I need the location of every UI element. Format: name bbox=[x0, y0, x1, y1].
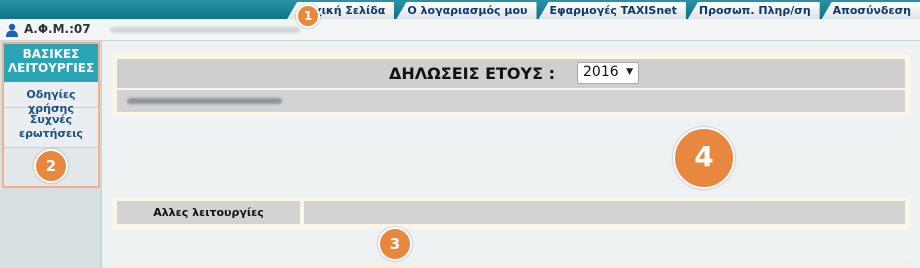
top-navigation: Αρχική Σελίδα Ο λογαριασμός μου Εφαρμογέ… bbox=[285, 0, 920, 19]
nav-taxisnet-apps[interactable]: Εφαρμογές TAXISnet bbox=[538, 2, 686, 19]
marker-4: 4 bbox=[673, 127, 735, 189]
redacted-user-name bbox=[110, 27, 300, 33]
sidebar-item-instructions[interactable]: Οδηγίες χρήσης bbox=[4, 82, 98, 115]
nav-logout[interactable]: Αποσύνδεση bbox=[821, 2, 920, 19]
marker-2: 2 bbox=[34, 149, 68, 183]
sidebar-item-faq[interactable]: Συχνές ερωτήσεις bbox=[4, 108, 98, 148]
afm-label: Α.Φ.Μ.:07 bbox=[24, 22, 91, 36]
year-select-value: 2016 bbox=[583, 64, 619, 80]
other-functions-label: Αλλες λειτουργίες bbox=[117, 201, 300, 224]
nav-personal-info[interactable]: Προσωπ. Πληρ/ση bbox=[687, 2, 820, 19]
marker-3: 3 bbox=[378, 227, 412, 261]
other-functions-panel: Αλλες λειτουργίες bbox=[112, 197, 910, 229]
nav-my-account[interactable]: Ο λογαριασμός μου bbox=[396, 2, 537, 19]
page-title: ΔΗΛΩΣΕΙΣ ΕΤΟΥΣ : bbox=[389, 64, 555, 83]
top-bar: Αρχική Σελίδα Ο λογαριασμός μου Εφαρμογέ… bbox=[0, 0, 920, 19]
other-functions-area bbox=[304, 201, 905, 224]
sidebar-header: ΒΑΣΙΚΕΣ ΛΕΙΤΟΥΡΓΙΕΣ bbox=[4, 44, 98, 82]
year-bar: ΔΗΛΩΣΕΙΣ ΕΤΟΥΣ : 2016 ▼ bbox=[117, 59, 905, 88]
user-identity-row: Α.Φ.Μ.:07 bbox=[0, 19, 920, 41]
main-content: ΔΗΛΩΣΕΙΣ ΕΤΟΥΣ : 2016 ▼ Αλλες λειτουργίε… bbox=[102, 41, 920, 268]
user-icon bbox=[6, 23, 18, 37]
bottom-panel-edge bbox=[112, 263, 910, 268]
marker-1: 1 bbox=[296, 4, 320, 28]
chevron-down-icon: ▼ bbox=[626, 67, 633, 77]
taxpayer-info-bar bbox=[117, 90, 905, 112]
redacted-info bbox=[127, 98, 282, 104]
year-select[interactable]: 2016 ▼ bbox=[577, 62, 639, 84]
declarations-panel: ΔΗΛΩΣΕΙΣ ΕΤΟΥΣ : 2016 ▼ bbox=[112, 54, 910, 116]
